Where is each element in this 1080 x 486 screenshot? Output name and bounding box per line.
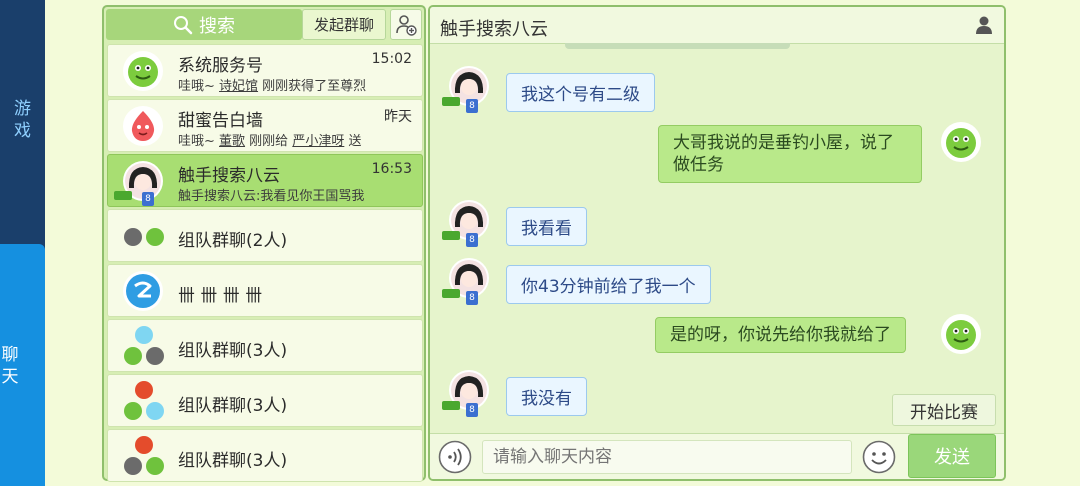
member-avatar xyxy=(146,347,164,365)
chat-input[interactable] xyxy=(482,440,852,474)
conversation-item[interactable]: 系统服务号 15:02 哇哦~ 诗妃馆 刚刚获得了至尊烈 xyxy=(107,44,423,97)
message-bubble: 你43分钟前给了我一个 xyxy=(506,265,711,304)
conversation-toolbar: 搜索 发起群聊 xyxy=(104,7,424,43)
search-icon xyxy=(174,15,193,34)
blue-logo-avatar xyxy=(123,271,163,311)
conversation-name: 触手搜索八云 xyxy=(178,166,280,186)
send-button[interactable]: 发送 xyxy=(908,434,996,478)
green-monster-avatar xyxy=(941,122,981,162)
vip-tag xyxy=(442,97,460,106)
conversation-time: 昨天 xyxy=(384,109,412,125)
chat-input-bar: 发送 xyxy=(430,433,1004,479)
chat-panel: 触手搜索八云 8 我这个号有二级 大哥我说的是垂钓小屋，说了做任务 8 我看看 … xyxy=(428,5,1006,481)
search-label: 搜索 xyxy=(199,15,235,37)
vip-tag xyxy=(442,401,460,410)
member-avatar xyxy=(135,326,153,344)
member-avatar xyxy=(146,402,164,420)
tab-games-label: 游戏 xyxy=(14,99,31,141)
tab-chat-label: 聊天 xyxy=(1,345,19,387)
message-bubble-self: 是的呀，你说先给你我就给了 xyxy=(655,317,906,353)
member-avatar xyxy=(124,457,142,475)
conversation-item[interactable]: 卌 卌 卌 卌 xyxy=(107,264,423,317)
conversation-preview: 哇哦~ 诗妃馆 刚刚获得了至尊烈 xyxy=(178,79,367,94)
conversation-item[interactable]: 组队群聊(2人) xyxy=(107,209,423,262)
conversation-name: 组队群聊(3人) xyxy=(178,451,288,471)
conversation-preview: 哇哦~ 董歌 刚刚给 严小津呀 送 xyxy=(178,134,362,149)
member-avatar xyxy=(135,436,153,454)
conversation-item[interactable]: 甜蜜告白墙 昨天 哇哦~ 董歌 刚刚给 严小津呀 送 xyxy=(107,99,423,152)
member-avatar xyxy=(146,228,164,246)
person-icon[interactable] xyxy=(974,15,994,35)
conversation-preview: 触手搜索八云:我看见你王国骂我 xyxy=(178,189,365,204)
conversation-name: 甜蜜告白墙 xyxy=(178,111,263,131)
conversation-item-active[interactable]: 8 触手搜索八云 16:53 触手搜索八云:我看见你王国骂我 xyxy=(107,154,423,207)
vip-tag xyxy=(442,231,460,240)
conversation-name: 组队群聊(2人) xyxy=(178,231,288,251)
level-badge: 8 xyxy=(466,291,478,305)
add-person-icon xyxy=(396,14,417,36)
message-list[interactable]: 8 我这个号有二级 大哥我说的是垂钓小屋，说了做任务 8 我看看 8 你43分钟… xyxy=(430,43,1004,433)
tab-chat[interactable]: 聊天 xyxy=(0,244,45,486)
chat-title: 触手搜索八云 xyxy=(440,19,548,40)
start-match-button[interactable]: 开始比赛 xyxy=(892,394,996,426)
voice-icon[interactable] xyxy=(438,440,472,474)
message-bubble: 我看看 xyxy=(506,207,587,246)
message-bubble: 我没有 xyxy=(506,377,587,416)
level-badge: 8 xyxy=(142,192,154,206)
emoji-icon[interactable] xyxy=(862,440,896,474)
conversation-name: 卌 卌 卌 卌 xyxy=(178,286,263,306)
add-friend-button[interactable] xyxy=(390,9,422,40)
message-bubble-self: 大哥我说的是垂钓小屋，说了做任务 xyxy=(658,125,922,183)
level-badge: 8 xyxy=(466,99,478,113)
chat-header: 触手搜索八云 xyxy=(430,7,1004,44)
conversation-item[interactable]: 组队群聊(3人) xyxy=(107,319,423,372)
search-button[interactable]: 搜索 xyxy=(106,9,302,40)
member-avatar xyxy=(146,457,164,475)
green-monster-avatar xyxy=(123,51,163,91)
conversation-name: 系统服务号 xyxy=(178,56,263,76)
red-blob-avatar xyxy=(123,106,163,146)
conversation-name: 组队群聊(3人) xyxy=(178,341,288,361)
conversation-name: 组队群聊(3人) xyxy=(178,396,288,416)
tab-games[interactable]: 游戏 xyxy=(0,98,45,142)
system-message-strip xyxy=(565,43,790,49)
vip-tag xyxy=(114,191,132,200)
launch-group-chat-button[interactable]: 发起群聊 xyxy=(302,9,386,40)
member-avatar xyxy=(135,381,153,399)
side-rail: 游戏 聊天 xyxy=(0,0,45,486)
level-badge: 8 xyxy=(466,233,478,247)
conversation-time: 15:02 xyxy=(371,51,412,67)
member-avatar xyxy=(124,228,142,246)
level-badge: 8 xyxy=(466,403,478,417)
member-avatar xyxy=(124,347,142,365)
green-monster-avatar xyxy=(941,314,981,354)
conversation-panel: 搜索 发起群聊 系统服务号 15:02 哇哦~ 诗妃馆 刚刚获得了至尊烈 甜蜜告… xyxy=(102,5,426,484)
conversation-item[interactable]: 组队群聊(3人) xyxy=(107,429,423,482)
member-avatar xyxy=(124,402,142,420)
conversation-item[interactable]: 组队群聊(3人) xyxy=(107,374,423,427)
conversation-time: 16:53 xyxy=(371,161,412,177)
vip-tag xyxy=(442,289,460,298)
conversation-list: 系统服务号 15:02 哇哦~ 诗妃馆 刚刚获得了至尊烈 甜蜜告白墙 昨天 哇哦… xyxy=(107,44,423,484)
message-bubble: 我这个号有二级 xyxy=(506,73,655,112)
